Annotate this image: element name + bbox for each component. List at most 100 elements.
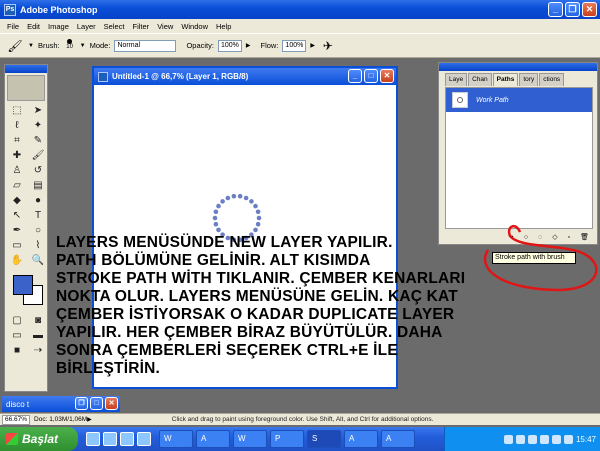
zoom-tool-icon[interactable]: 🔍 <box>28 254 48 268</box>
jump-imageready-icon[interactable]: ⇢ <box>28 344 48 358</box>
quickmask-mode-icon[interactable]: ◙ <box>28 314 48 328</box>
tab-history[interactable]: tory <box>519 73 539 86</box>
blur-tool-icon[interactable]: ◆ <box>7 194 27 208</box>
taskbar-button[interactable]: S <box>307 430 341 448</box>
tab-channels[interactable]: Chan <box>468 73 492 86</box>
gradient-tool-icon[interactable]: ▤ <box>28 179 48 193</box>
lasso-tool-icon[interactable]: ℓ <box>7 119 27 133</box>
tray-icon[interactable] <box>527 434 537 444</box>
slice-tool-icon[interactable]: ✎ <box>28 134 48 148</box>
mode-select[interactable]: Normal <box>114 39 177 52</box>
healing-tool-icon[interactable]: ✚ <box>7 149 27 163</box>
menu-filter[interactable]: Filter <box>129 22 154 31</box>
magic-wand-icon[interactable]: ✦ <box>28 119 48 133</box>
stroke-dot <box>249 199 254 204</box>
minwin-maximize-button[interactable]: □ <box>90 397 103 410</box>
minwin-restore-button[interactable]: ❐ <box>75 397 88 410</box>
taskbar-button[interactable]: A <box>344 430 378 448</box>
taskbar-button[interactable]: A <box>381 430 415 448</box>
dodge-tool-icon[interactable]: ● <box>28 194 48 208</box>
airbrush-icon[interactable]: ✈ <box>319 37 337 55</box>
taskbar-button[interactable]: A <box>196 430 230 448</box>
palette-header[interactable] <box>439 63 597 71</box>
stroke-dot <box>255 221 261 227</box>
new-path-icon[interactable]: ▫ <box>568 234 570 241</box>
doc-minimize-button[interactable]: _ <box>348 69 362 83</box>
taskbar-button[interactable]: P <box>270 430 304 448</box>
doc-close-button[interactable]: ✕ <box>380 69 394 83</box>
path-select-icon[interactable]: ↖ <box>7 209 27 223</box>
eraser-tool-icon[interactable]: ▱ <box>7 179 27 193</box>
taskbar-button[interactable]: W <box>159 430 193 448</box>
stamp-tool-icon[interactable]: ♙ <box>7 164 27 178</box>
menu-window[interactable]: Window <box>177 22 212 31</box>
brush-tool-box-icon[interactable]: 🖌 <box>28 149 48 163</box>
marquee-tool-icon[interactable]: ⬚ <box>7 104 27 118</box>
foreground-color-swatch[interactable] <box>13 275 33 295</box>
quick-launch-icon[interactable] <box>137 432 151 446</box>
tab-actions[interactable]: ctions <box>539 73 565 86</box>
screen-mode-2-icon[interactable]: ▬ <box>28 329 48 343</box>
menu-edit[interactable]: Edit <box>23 22 44 31</box>
toolbox-header[interactable] <box>5 65 47 73</box>
brush-arrow-icon[interactable]: ▼ <box>80 43 86 49</box>
zoom-level[interactable]: 66.67% <box>2 414 31 425</box>
menu-file[interactable]: File <box>3 22 23 31</box>
opacity-arrow-icon[interactable]: ▶ <box>246 42 251 49</box>
make-work-path-icon[interactable]: ◇ <box>552 233 557 241</box>
minimized-document-window[interactable]: disco t ❐ □ ✕ <box>2 396 120 412</box>
notes-tool-icon[interactable]: ▭ <box>7 239 27 253</box>
path-item-work-path[interactable]: Work Path <box>446 88 592 112</box>
tray-icon[interactable] <box>563 434 573 444</box>
tray-icon[interactable] <box>539 434 549 444</box>
type-tool-icon[interactable]: T <box>28 209 48 223</box>
brush-picker[interactable]: 10 <box>64 37 76 55</box>
doc-maximize-button[interactable]: □ <box>364 69 378 83</box>
menu-select[interactable]: Select <box>100 22 129 31</box>
restore-button[interactable]: ❐ <box>565 2 580 17</box>
crop-tool-icon[interactable]: ⌗ <box>7 134 27 148</box>
menu-help[interactable]: Help <box>212 22 235 31</box>
minwin-close-button[interactable]: ✕ <box>105 397 118 410</box>
delete-path-icon[interactable]: 🗑 <box>580 233 589 241</box>
paths-list: Work Path <box>445 87 593 229</box>
menu-image[interactable]: Image <box>44 22 73 31</box>
brush-tool-icon[interactable]: 🖌 <box>6 37 24 55</box>
minimize-button[interactable]: _ <box>548 2 563 17</box>
pen-tool-icon[interactable]: ✒ <box>7 224 27 238</box>
taskbar-button[interactable]: W <box>233 430 267 448</box>
close-button[interactable]: ✕ <box>582 2 597 17</box>
tab-layers[interactable]: Laye <box>445 73 468 86</box>
shape-tool-icon[interactable]: ○ <box>28 224 48 238</box>
quick-launch-icon[interactable] <box>103 432 117 446</box>
hand-tool-icon[interactable]: ✋ <box>7 254 27 268</box>
flow-field[interactable]: 100% <box>282 39 307 52</box>
quick-launch-icon[interactable] <box>120 432 134 446</box>
stroke-dot <box>212 215 218 221</box>
menu-view[interactable]: View <box>153 22 177 31</box>
tray-icon[interactable] <box>515 434 525 444</box>
tab-paths[interactable]: Paths <box>492 73 519 86</box>
load-selection-icon[interactable]: ◌ <box>538 234 542 241</box>
paths-palette: Laye Chan Paths tory ctions Work Path ● … <box>438 62 598 245</box>
tray-icon[interactable] <box>503 434 513 444</box>
standard-mode-icon[interactable]: ▢ <box>7 314 27 328</box>
status-arrow-icon[interactable]: ▶ <box>87 416 92 423</box>
screen-mode-1-icon[interactable]: ▭ <box>7 329 27 343</box>
eyedropper-icon[interactable]: ⌇ <box>28 239 48 253</box>
history-brush-icon[interactable]: ↺ <box>28 164 48 178</box>
screen-mode-3-icon[interactable]: ■ <box>7 344 27 358</box>
clock[interactable]: 15:47 <box>576 435 596 444</box>
opacity-field[interactable]: 100% <box>217 39 242 52</box>
tray-icon[interactable] <box>551 434 561 444</box>
menu-layer[interactable]: Layer <box>73 22 100 31</box>
brush-size: 10 <box>66 43 73 50</box>
start-button[interactable]: Başlat <box>0 427 78 451</box>
quick-launch-icon[interactable] <box>86 432 100 446</box>
app-titlebar: Ps Adobe Photoshop _ ❐ ✕ <box>0 0 600 19</box>
doc-size[interactable]: Doc: 1,03M/1,06M <box>34 416 87 423</box>
flow-arrow-icon[interactable]: ▶ <box>310 42 315 49</box>
toolbox-logo[interactable] <box>7 75 45 101</box>
move-tool-icon[interactable]: ➤ <box>28 104 48 118</box>
tool-preset-arrow-icon[interactable]: ▼ <box>28 43 34 49</box>
